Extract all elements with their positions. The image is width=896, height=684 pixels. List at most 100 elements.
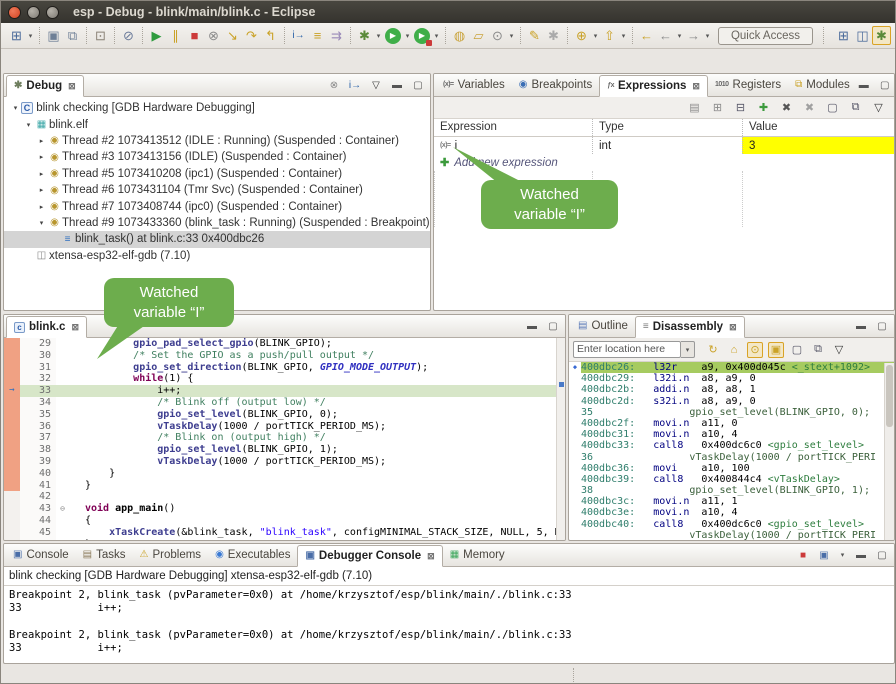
tree-expander-icon[interactable]: ▸	[36, 137, 47, 145]
instruction-stepping-icon[interactable]: i→	[289, 26, 308, 45]
dropdown-arrow-icon[interactable]: ▾	[619, 32, 628, 40]
debug-tree-item[interactable]: ▾▦blink.elf	[4, 116, 430, 132]
fold-marker-icon[interactable]: ⊖	[56, 503, 69, 515]
view-menu-icon[interactable]: ▽	[831, 342, 847, 358]
dropdown-arrow-icon[interactable]: ▾	[507, 32, 516, 40]
debug-perspective-icon[interactable]: ✱	[872, 26, 891, 45]
disassembly-line[interactable]: ◆400dbc26: l32r a9, 0x400d045c <_stext+1…	[569, 362, 894, 373]
disassembly-line[interactable]: 400dbc2f: movi.n a11, 0	[569, 418, 894, 429]
build-icon[interactable]: ⊡	[91, 26, 110, 45]
tree-expander-icon[interactable]: ▸	[36, 153, 47, 161]
disassembly-line[interactable]: 400dbc29: l32i.n a8, a9, 0	[569, 373, 894, 384]
annotation-ruler[interactable]	[4, 480, 20, 492]
tab-memory[interactable]: ▦Memory	[443, 544, 512, 566]
dropdown-arrow-icon[interactable]: ▾	[675, 32, 684, 40]
tab-problems[interactable]: ⚠Problems	[133, 544, 209, 566]
disassembly-line[interactable]: 400dbc33: call8 0x400dc6c0 <gpio_set_lev…	[569, 440, 894, 451]
minimize-icon[interactable]: ▬	[857, 78, 871, 92]
code-editor[interactable]: 29 gpio_pad_select_gpio(BLINK_GPIO);30 /…	[4, 338, 565, 541]
back-icon[interactable]: ←	[656, 26, 675, 45]
quick-access-button[interactable]: Quick Access	[718, 27, 813, 45]
tree-expander-icon[interactable]: ▾	[23, 121, 34, 129]
tab-breakpoints[interactable]: ◉Breakpoints	[512, 74, 599, 96]
code-line[interactable]: 32 while(1) {	[4, 373, 565, 385]
tab-expressions[interactable]: ƒxExpressions⊠	[599, 75, 708, 97]
code-line[interactable]: →33 i++;	[4, 385, 565, 397]
new-wizard-icon[interactable]: ⊞	[7, 26, 26, 45]
dropdown-arrow-icon[interactable]: ▾	[403, 32, 412, 40]
link-view-icon[interactable]: ⧉	[810, 342, 826, 358]
tab-blink-c[interactable]: cblink.c⊠	[6, 316, 87, 338]
debug-tree-item[interactable]: ◫xtensa-esp32-elf-gdb (7.10)	[4, 248, 430, 264]
annotation-ruler[interactable]	[4, 539, 20, 541]
column-header-expression[interactable]: Expression	[434, 119, 592, 136]
disconnect-icon[interactable]: ⊗	[204, 26, 223, 45]
dropdown-arrow-icon[interactable]: ▾	[26, 32, 35, 40]
debug-tree-item[interactable]: ▾◉Thread #9 1073433360 (blink_task : Run…	[4, 215, 430, 231]
debug-tree-item[interactable]: ▾C blink checking [GDB Hardware Debuggin…	[4, 100, 430, 116]
debug-tree-item[interactable]: ▸◉Thread #5 1073410208 (ipc1) (Suspended…	[4, 166, 430, 182]
external-tools-icon[interactable]: ▶	[414, 28, 430, 44]
code-line[interactable]: 41}	[4, 480, 565, 492]
dropdown-arrow-icon[interactable]: ▾	[591, 32, 600, 40]
close-icon[interactable]: ⊠	[68, 81, 76, 92]
annotation-ruler[interactable]	[4, 456, 20, 468]
disassembly-listing[interactable]: ◆400dbc26: l32r a9, 0x400d045c <_stext+1…	[569, 362, 894, 541]
open-perspective-icon[interactable]: ⊞	[834, 26, 853, 45]
drop-to-frame-icon[interactable]: ⇉	[327, 26, 346, 45]
code-line[interactable]: 36 vTaskDelay(1000 / portTICK_PERIOD_MS)…	[4, 421, 565, 433]
format-icon[interactable]: ✎	[525, 26, 544, 45]
tab-tasks[interactable]: ▤Tasks	[76, 544, 133, 566]
tab-outline[interactable]: ▤Outline	[571, 315, 635, 337]
close-window-icon[interactable]	[8, 6, 21, 19]
code-line[interactable]: 40 }	[4, 468, 565, 480]
show-debug-context-icon[interactable]: ≡	[308, 26, 327, 45]
toggle-mark-occurrences-icon[interactable]: ✱	[544, 26, 563, 45]
close-icon[interactable]: ⊠	[692, 81, 700, 92]
disassembly-scrollbar[interactable]	[884, 363, 894, 540]
debug-tree-item[interactable]: ▸◉Thread #7 1073408744 (ipc0) (Suspended…	[4, 198, 430, 214]
annotation-ruler[interactable]	[4, 515, 20, 527]
scrollbar-thumb[interactable]	[886, 365, 893, 427]
code-line[interactable]: }	[4, 539, 565, 541]
tree-expander-icon[interactable]: ▸	[36, 203, 47, 211]
run-icon[interactable]: ▶	[385, 28, 401, 44]
overview-ruler[interactable]	[556, 338, 565, 540]
maximize-icon[interactable]: ▢	[875, 319, 889, 333]
code-line[interactable]: 44{	[4, 515, 565, 527]
dropdown-arrow-icon[interactable]: ▾	[703, 32, 712, 40]
disassembly-line[interactable]: 400dbc3c: movi.n a11, 1	[569, 496, 894, 507]
tab-console[interactable]: ▣Console	[6, 544, 76, 566]
code-line[interactable]: 42	[4, 491, 565, 503]
annotation-ruler[interactable]	[4, 421, 20, 433]
tab-debugger-console[interactable]: ▣Debugger Console⊠	[297, 545, 442, 567]
close-icon[interactable]: ⊠	[71, 322, 79, 333]
forward-icon[interactable]: →	[684, 26, 703, 45]
previous-annotation-icon[interactable]: ⇧	[600, 26, 619, 45]
dropdown-arrow-icon[interactable]: ▾	[374, 32, 383, 40]
close-icon[interactable]: ⊠	[427, 551, 435, 562]
column-header-type[interactable]: Type	[592, 119, 742, 136]
new-view-icon[interactable]: ▢	[825, 100, 840, 115]
save-all-icon[interactable]: ⧉	[63, 26, 82, 45]
show-columns-icon[interactable]: ▤	[687, 100, 702, 115]
code-line[interactable]: 43⊖void app_main()	[4, 503, 565, 515]
annotation-ruler[interactable]	[4, 362, 20, 374]
disassembly-line[interactable]: 38 gpio_set_level(BLINK_GPIO, 1);	[569, 485, 894, 496]
new-view-icon[interactable]: ▢	[789, 342, 805, 358]
tab-modules[interactable]: ⧉Modules	[788, 74, 857, 96]
code-line[interactable]: 39 vTaskDelay(1000 / portTICK_PERIOD_MS)…	[4, 456, 565, 468]
maximize-icon[interactable]: ▢	[878, 78, 892, 92]
debug-tree-item[interactable]: ▸◉Thread #2 1073413512 (IDLE : Running) …	[4, 133, 430, 149]
annotation-ruler[interactable]	[4, 468, 20, 480]
annotation-ruler[interactable]	[4, 350, 20, 362]
annotation-ruler[interactable]	[4, 432, 20, 444]
tree-expander-icon[interactable]: ▾	[36, 219, 47, 227]
dropdown-arrow-icon[interactable]: ▾	[838, 551, 847, 559]
save-icon[interactable]: ▣	[44, 26, 63, 45]
disassembly-line[interactable]: 400dbc36: movi a10, 100	[569, 463, 894, 474]
terminate-icon[interactable]: ■	[796, 548, 810, 562]
close-icon[interactable]: ⊠	[729, 322, 737, 333]
tab-debug[interactable]: ✱Debug⊠	[6, 75, 84, 97]
tree-expander-icon[interactable]: ▸	[36, 170, 47, 178]
